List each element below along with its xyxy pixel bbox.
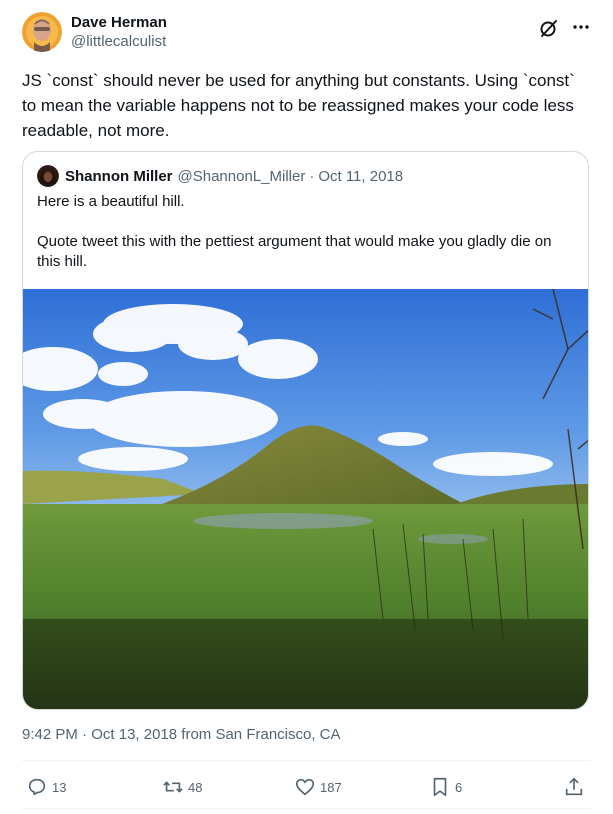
bookmark-icon bbox=[433, 777, 447, 797]
more-icon[interactable] bbox=[570, 16, 592, 38]
like-button[interactable]: 187 bbox=[294, 772, 342, 802]
author-display-name[interactable]: Dave Herman bbox=[71, 14, 167, 32]
quoted-date: Oct 11, 2018 bbox=[318, 167, 404, 185]
tweet-header: Dave Herman @littlecalculist bbox=[22, 12, 592, 56]
quoted-separator: · bbox=[309, 167, 315, 185]
quoted-media-image[interactable] bbox=[23, 288, 588, 709]
quoted-text-line: Here is a beautiful hill. bbox=[37, 193, 185, 210]
retweet-count: 48 bbox=[188, 779, 203, 795]
author-avatar[interactable] bbox=[22, 12, 62, 52]
tweet-location: from San Francisco, CA bbox=[181, 726, 341, 743]
grok-icon[interactable] bbox=[538, 17, 560, 39]
author-handle[interactable]: @littlecalculist bbox=[71, 32, 167, 52]
quoted-author-avatar bbox=[37, 165, 59, 187]
author-name-block: Dave Herman @littlecalculist bbox=[71, 14, 167, 52]
divider bbox=[22, 808, 591, 809]
tweet-metadata: 9:42 PM · Oct 13, 2018 from San Francisc… bbox=[22, 724, 341, 746]
quoted-tweet-header: Shannon Miller @ShannonL_Miller · Oct 11… bbox=[37, 164, 403, 188]
heart-icon bbox=[295, 778, 315, 796]
reply-count: 13 bbox=[52, 779, 67, 795]
retweet-button[interactable]: 48 bbox=[162, 772, 202, 802]
quoted-author-display-name: Shannon Miller bbox=[65, 167, 173, 185]
meta-separator: · bbox=[82, 726, 88, 743]
reply-icon bbox=[28, 778, 46, 796]
quoted-text-line: Quote tweet this with the pettiest argum… bbox=[37, 233, 552, 270]
quoted-tweet[interactable]: Shannon Miller @ShannonL_Miller · Oct 11… bbox=[22, 151, 589, 710]
tweet-actions-bar: 13 48 187 6 bbox=[22, 772, 591, 802]
quoted-author-handle: @ShannonL_Miller bbox=[177, 167, 306, 185]
bookmark-button[interactable]: 6 bbox=[429, 772, 462, 802]
divider bbox=[22, 760, 591, 761]
tweet-text: JS `const` should never be used for anyt… bbox=[22, 71, 575, 140]
quoted-tweet-text: Here is a beautiful hill. Quote tweet th… bbox=[37, 192, 577, 272]
reply-button[interactable]: 13 bbox=[26, 772, 66, 802]
retweet-icon bbox=[163, 781, 183, 793]
share-button[interactable] bbox=[563, 772, 585, 802]
tweet-date[interactable]: Oct 13, 2018 bbox=[91, 726, 177, 743]
like-count: 187 bbox=[320, 779, 342, 795]
tweet-time[interactable]: 9:42 PM bbox=[22, 726, 78, 743]
bookmark-count: 6 bbox=[455, 779, 463, 795]
share-icon bbox=[565, 777, 583, 796]
